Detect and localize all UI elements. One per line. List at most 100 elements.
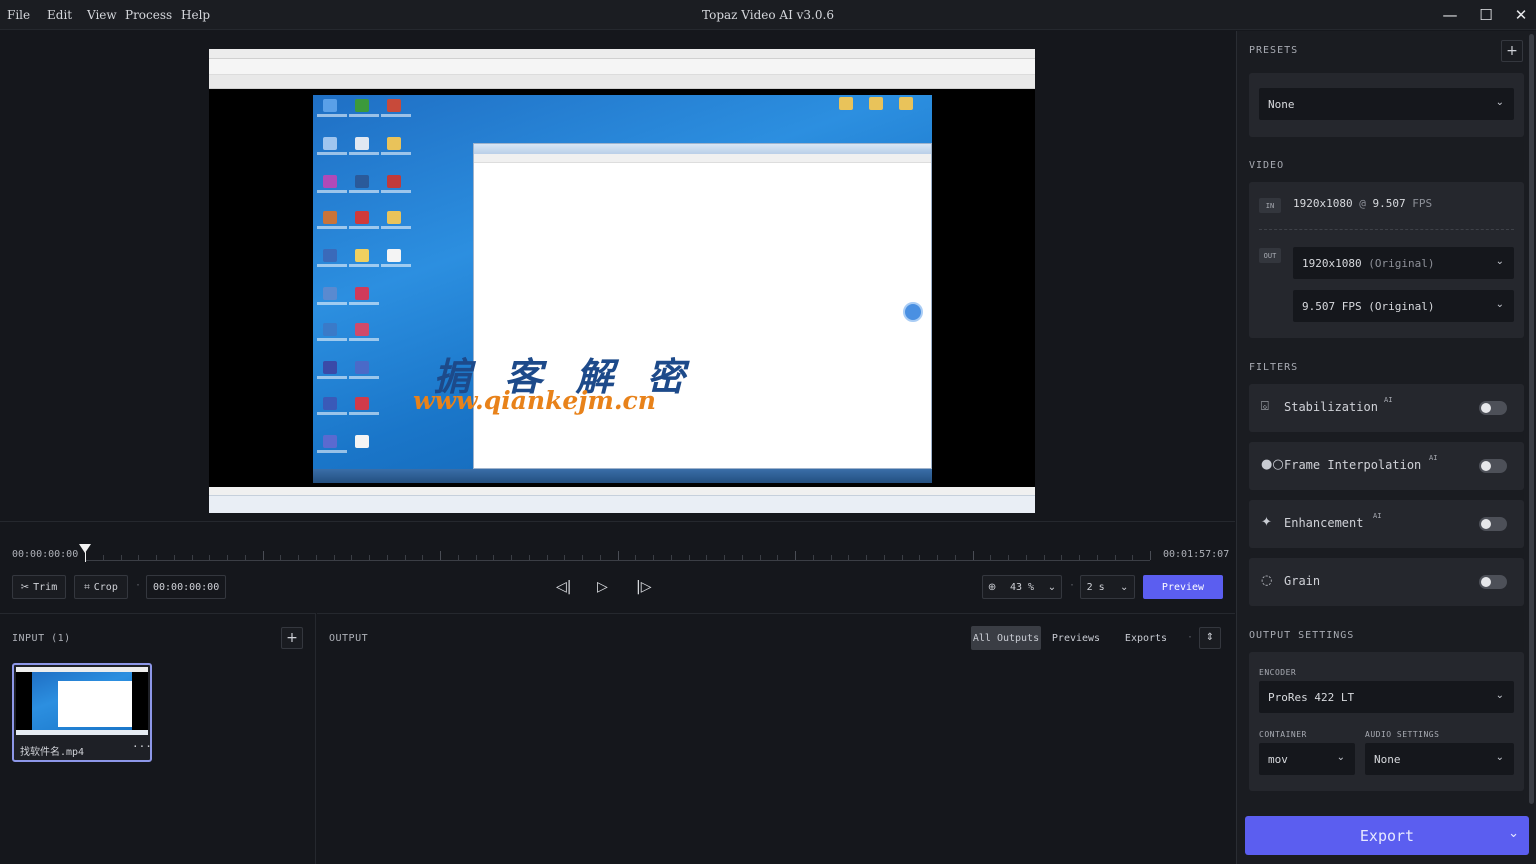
divider — [1259, 229, 1514, 230]
input-video-info: 1920x1080 @ 9.507 FPS — [1293, 197, 1432, 210]
zoom-icon: ⊕ — [987, 581, 997, 593]
out-fps-note: (Original) — [1368, 299, 1435, 313]
ruler-tick — [102, 555, 104, 560]
output-title: OUTPUT — [329, 633, 369, 644]
settings-sidebar: PRESETS + None ⌄ VIDEO IN 1920x1080 @ 9.… — [1236, 31, 1536, 864]
grain-icon: ◌ — [1261, 573, 1273, 588]
ruler-tick — [511, 555, 512, 560]
trim-button[interactable]: ✂ Trim — [12, 575, 66, 599]
tab-exports[interactable]: Exports — [1111, 626, 1181, 650]
output-resolution-select[interactable]: 1920x1080 (Original) ⌄ — [1293, 247, 1514, 279]
output-panel: OUTPUT All Outputs Previews Exports · ⇕ — [317, 613, 1235, 864]
close-icon[interactable]: ✕ — [1509, 4, 1533, 26]
encoder-select[interactable]: ProRes 422 LT ⌄ — [1259, 681, 1514, 713]
in-fps-unit: FPS — [1412, 197, 1433, 210]
ruler-tick — [670, 555, 672, 560]
timeline-start-time: 00:00:00:00 — [12, 549, 79, 560]
maximize-icon[interactable]: ☐ — [1474, 4, 1498, 26]
enhancement-toggle[interactable] — [1479, 517, 1507, 531]
in-resolution: 1920x1080 — [1293, 197, 1353, 210]
ruler-tick — [351, 555, 353, 560]
video-card: IN 1920x1080 @ 9.507 FPS OUT 1920x1080 (… — [1249, 182, 1524, 338]
grain-toggle[interactable] — [1479, 575, 1507, 589]
video-title: VIDEO — [1249, 160, 1285, 171]
separator-dot: · — [135, 580, 142, 591]
preset-select[interactable]: None ⌄ — [1259, 88, 1514, 120]
add-preset-button[interactable]: + — [1501, 40, 1523, 62]
output-fps-select[interactable]: 9.507 FPS (Original) ⌄ — [1293, 290, 1514, 322]
ruler-tick — [440, 551, 441, 560]
preview-duration-select[interactable]: 2 s ⌄ — [1080, 575, 1135, 599]
vm-titlebar — [209, 49, 1035, 59]
crop-button[interactable]: ⌗ Crop — [74, 575, 128, 599]
timeline-end-time: 00:01:57:07 — [1163, 549, 1230, 560]
timeline-ruler[interactable] — [85, 551, 1151, 561]
container-value: mov — [1268, 752, 1288, 766]
sidebar-scrollbar[interactable] — [1529, 34, 1534, 804]
input-thumbnail — [16, 667, 148, 735]
play-icon[interactable]: ▷ — [597, 579, 608, 595]
filter-label: Enhancement — [1284, 516, 1364, 530]
ruler-tick — [493, 555, 495, 560]
ruler-tick — [333, 555, 335, 560]
input-title: INPUT (1) — [12, 633, 71, 644]
ruler-tick — [848, 555, 850, 560]
export-button[interactable]: Export ⌄ — [1245, 816, 1529, 855]
add-input-button[interactable]: + — [281, 627, 303, 649]
output-settings-card: ENCODER ProRes 422 LT ⌄ CONTAINER mov ⌄ … — [1249, 652, 1524, 791]
tab-all-outputs[interactable]: All Outputs — [971, 626, 1041, 650]
filter-label: Grain — [1284, 574, 1321, 588]
container-label: CONTAINER — [1259, 730, 1307, 739]
ruler-tick — [138, 555, 140, 560]
ruler-tick — [386, 555, 388, 560]
container-select[interactable]: mov ⌄ — [1259, 743, 1355, 775]
ruler-tick — [688, 555, 690, 560]
trim-label: Trim — [33, 581, 58, 593]
chevron-down-icon: ⌄ — [1495, 690, 1504, 701]
next-frame-icon[interactable]: |▷ — [636, 579, 651, 595]
out-fps: 9.507 FPS — [1302, 299, 1362, 313]
filters-title: FILTERS — [1249, 362, 1299, 373]
filter-enhancement: ✦ Enhancement AI — [1249, 500, 1524, 548]
prev-frame-icon[interactable]: ◁| — [556, 579, 571, 595]
chevron-down-icon: ⌄ — [1495, 256, 1504, 267]
ai-badge: AI — [1384, 396, 1393, 404]
ruler-tick — [635, 555, 637, 560]
stabilization-toggle[interactable] — [1479, 401, 1507, 415]
current-time-field[interactable]: 00:00:00:00 — [146, 575, 226, 599]
ruler-tick — [582, 555, 583, 560]
tab-previews[interactable]: Previews — [1041, 626, 1111, 650]
chevron-down-icon: ⌄ — [1495, 752, 1504, 763]
audio-settings-label: AUDIO SETTINGS — [1365, 730, 1440, 739]
ai-badge: AI — [1429, 454, 1438, 462]
chevron-down-icon: ⌄ — [1047, 581, 1057, 593]
notepad-window — [473, 143, 932, 469]
sort-icon[interactable]: ⇕ — [1199, 627, 1221, 649]
input-file-card[interactable]: 找软件名.mp4 ··· — [12, 663, 152, 762]
ai-badge: AI — [1373, 512, 1382, 520]
more-options-icon[interactable]: ··· — [132, 740, 152, 753]
ruler-tick — [1096, 555, 1098, 560]
chevron-down-icon[interactable]: ⌄ — [1508, 826, 1519, 841]
input-panel: INPUT (1) + 找软件名.mp4 ··· — [0, 613, 316, 864]
ruler-tick — [262, 551, 264, 560]
guest-taskbar — [313, 469, 932, 483]
presets-title: PRESETS — [1249, 45, 1299, 56]
ruler-tick — [1061, 555, 1063, 560]
ruler-tick — [1114, 555, 1116, 560]
frame-interpolation-toggle[interactable] — [1479, 459, 1507, 473]
filter-label: Stabilization — [1284, 400, 1378, 414]
zoom-select[interactable]: ⊕ 43 % ⌄ — [982, 575, 1062, 599]
out-resolution-note: (Original) — [1368, 256, 1435, 270]
sparkle-icon: ✦ — [1261, 515, 1272, 530]
preview-button[interactable]: Preview — [1143, 575, 1223, 599]
minimize-icon[interactable]: — — [1438, 4, 1462, 26]
zoom-value: 43 % — [1009, 581, 1035, 593]
audio-settings-select[interactable]: None ⌄ — [1365, 743, 1514, 775]
ruler-tick — [528, 555, 530, 560]
ruler-tick — [901, 555, 903, 560]
ruler-tick — [724, 555, 725, 560]
ruler-tick — [227, 555, 228, 560]
ruler-tick — [422, 555, 424, 560]
playhead-line — [85, 552, 86, 562]
